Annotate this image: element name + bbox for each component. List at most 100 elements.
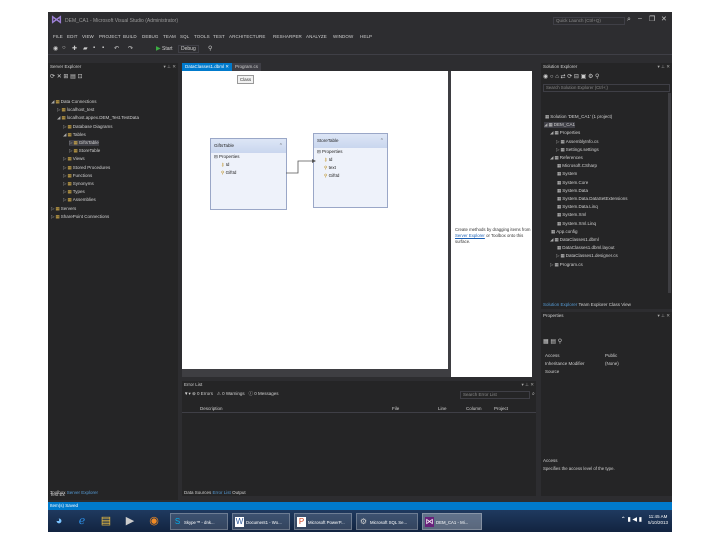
tree-item[interactable]: ◢▦DataClasses1.dbml (550, 237, 599, 243)
quick-launch-input[interactable]: Quick Launch (Ctrl+Q) (553, 17, 625, 25)
system-tray[interactable]: ⌃ ▮ ◀ ▮ (621, 516, 642, 523)
attach-icon[interactable]: ⚲ (208, 45, 212, 52)
pin-icon[interactable]: ▾ ⊥ ✕ (658, 312, 670, 320)
expand-arrow-icon[interactable]: ◢ (57, 115, 60, 120)
tab-class-view[interactable]: Class View (609, 302, 631, 307)
expand-arrow-icon[interactable]: ◢ (51, 99, 54, 104)
file-explorer-icon[interactable]: ▤ (98, 513, 114, 529)
expand-arrow-icon[interactable]: ▷ (63, 181, 66, 186)
expand-arrow-icon[interactable]: ▷ (63, 173, 66, 178)
minimize-button[interactable]: – (638, 15, 642, 22)
solution-search-input[interactable]: Search Solution Explorer (Ctrl+;) (543, 84, 670, 92)
tree-item[interactable]: ◢▦localhost.appex.DEM_Test.TestData (57, 115, 139, 121)
menu-team[interactable]: TEAM (163, 34, 176, 39)
start-button[interactable]: ▶ Start (156, 45, 173, 52)
messages-filter-button[interactable]: ⓘ 0 Messages (248, 391, 278, 396)
menu-resharper[interactable]: RESHARPER (273, 34, 302, 39)
alphabetical-icon[interactable]: ▤ (550, 339, 556, 345)
entity-storetable[interactable]: StoreTable ⌃ ⊟ Properties ⚷ Id ⚲ text ⚲ … (313, 133, 388, 208)
refresh-icon[interactable]: ⟳ (567, 74, 572, 80)
expand-arrow-icon[interactable]: ▷ (69, 148, 72, 153)
save-icon[interactable]: ▪ (93, 45, 95, 51)
pin-icon[interactable]: ▾ ⊥ ✕ (164, 63, 176, 71)
tree-item[interactable]: ▷▦Settings.settings (556, 147, 599, 153)
open-icon[interactable]: ▰ (83, 45, 88, 52)
wrench-icon[interactable]: ⚲ (558, 339, 562, 345)
tree-item[interactable]: ▷▦Synonyms (63, 181, 94, 187)
menu-help[interactable]: HELP (360, 34, 372, 39)
entity-field[interactable]: ⚷ Id (314, 156, 387, 164)
back-icon[interactable]: ◉ (543, 74, 548, 80)
connect-server-icon[interactable]: ▤ (70, 74, 76, 80)
expand-arrow-icon[interactable]: ▷ (550, 262, 553, 267)
error-list-search-input[interactable]: Search Error List (460, 391, 530, 399)
connect-database-icon[interactable]: ⊞ (63, 74, 68, 80)
expand-arrow-icon[interactable]: ◢ (63, 132, 66, 137)
back-icon[interactable]: ◉ (53, 45, 58, 52)
menu-project[interactable]: PROJECT (99, 34, 121, 39)
association-connector[interactable] (286, 159, 316, 179)
menu-architecture[interactable]: ARCHITECTURE (229, 34, 265, 39)
tab-server-explorer[interactable]: Server Explorer (67, 490, 98, 495)
filter-icon[interactable]: ▼▾ (184, 391, 191, 396)
undo-icon[interactable]: ↶ (114, 45, 119, 52)
expand-arrow-icon[interactable]: ▷ (57, 107, 60, 112)
tree-item[interactable]: ▷▦Assemblies (63, 197, 96, 203)
configuration-dropdown[interactable]: Debug (178, 45, 199, 53)
column-line[interactable]: Line (438, 406, 447, 411)
task-powerpoint[interactable]: P Microsoft PowerP... (294, 513, 352, 530)
tab-data-sources[interactable]: Data Sources (184, 490, 211, 495)
media-player-icon[interactable]: ▶ (122, 513, 138, 529)
tree-item[interactable]: ▦System.Xml (556, 212, 586, 218)
properties-group[interactable]: ⊟ Properties (314, 148, 387, 156)
expand-arrow-icon[interactable]: ▷ (556, 139, 559, 144)
tab-program-cs[interactable]: Program.cs (232, 63, 262, 71)
tree-item[interactable]: ▷▦Database Diagrams (63, 124, 113, 130)
menu-build[interactable]: BUILD (123, 34, 137, 39)
horizontal-scrollbar[interactable] (182, 369, 448, 377)
tree-item[interactable]: ◢▦DEM_CA1 (544, 122, 575, 129)
save-all-icon[interactable]: ▪ (102, 45, 104, 51)
tree-item[interactable]: ◢▦Data Connections (51, 99, 97, 105)
firefox-icon[interactable]: ◉ (146, 513, 162, 529)
expand-arrow-icon[interactable]: ◢ (544, 122, 547, 127)
server-explorer-link[interactable]: Server Explorer (455, 233, 485, 238)
close-button[interactable]: ✕ (661, 15, 667, 23)
expand-arrow-icon[interactable]: ▷ (63, 124, 66, 129)
property-row[interactable]: Access Public (545, 352, 670, 360)
refresh-icon[interactable]: ⟳ (50, 74, 55, 80)
wrench-icon[interactable]: ⚲ (595, 74, 599, 80)
pin-icon[interactable]: ▾ ⊥ ✕ (658, 63, 670, 71)
column-description[interactable]: Description (200, 406, 223, 411)
menu-view[interactable]: VIEW (82, 34, 94, 39)
expand-arrow-icon[interactable]: ▷ (63, 165, 66, 170)
menu-file[interactable]: FILE (53, 34, 63, 39)
menu-sql[interactable]: SQL (180, 34, 189, 39)
entity-field[interactable]: ⚲ GiftId (314, 172, 387, 180)
collapse-all-icon[interactable]: ⊟ (574, 74, 579, 80)
expand-arrow-icon[interactable]: ◢ (550, 130, 553, 135)
tree-item[interactable]: ▷▦Stored Procedures (63, 165, 110, 171)
expand-arrow-icon[interactable]: ▷ (51, 214, 54, 219)
tree-item[interactable]: ◢▦Properties (550, 130, 580, 136)
column-project[interactable]: Project (494, 406, 508, 411)
methods-pane[interactable]: Create methods by dragging items from Se… (451, 71, 532, 377)
vertical-scrollbar[interactable] (668, 93, 671, 293)
menu-window[interactable]: WINDOW (333, 34, 353, 39)
tree-item[interactable]: ▷▦Functions (63, 173, 92, 179)
redo-icon[interactable]: ↷ (128, 45, 133, 52)
tree-item[interactable]: ▦Microsoft.CSharp (556, 163, 597, 169)
tree-item[interactable]: ◢▦Tables (63, 132, 86, 138)
show-all-files-icon[interactable]: ▣ (581, 74, 587, 80)
column-file[interactable]: File (392, 406, 399, 411)
tree-item[interactable]: ▦System.Data (556, 188, 588, 194)
forward-icon[interactable]: ○ (550, 74, 554, 80)
properties-icon[interactable]: ⚙ (588, 74, 593, 80)
expand-arrow-icon[interactable]: ▷ (69, 140, 72, 145)
tree-item[interactable]: ▷▦Types (63, 189, 85, 195)
search-icon[interactable]: ⌕ (532, 391, 535, 397)
pin-icon[interactable]: ▾ ⊥ ✕ (522, 381, 534, 389)
menu-tools[interactable]: TOOLS (194, 34, 210, 39)
tree-item[interactable]: ▷▦StoreTable (69, 148, 100, 154)
expand-arrow-icon[interactable]: ▷ (556, 253, 559, 258)
